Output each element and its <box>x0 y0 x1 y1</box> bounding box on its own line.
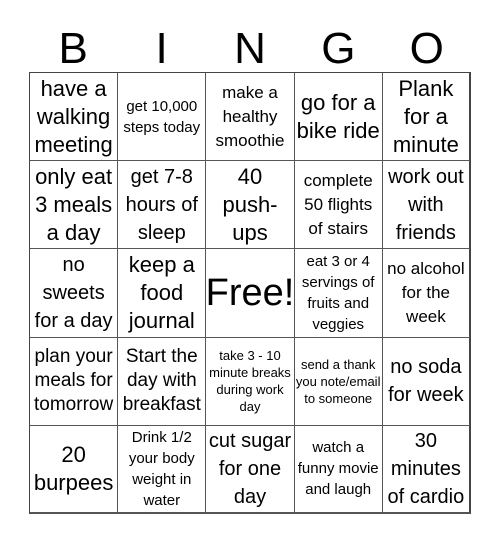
bingo-cell-text: Start the day with breakfast <box>122 346 201 416</box>
bingo-cell[interactable]: send a thank you note/email to someone <box>294 337 383 426</box>
bingo-cell[interactable]: eat 3 or 4 servings of fruits and veggie… <box>294 249 383 338</box>
header-letter-o: O <box>409 24 444 73</box>
bingo-cell-text: 40 push-ups <box>222 163 278 245</box>
bingo-cell[interactable]: Start the day with breakfast <box>118 337 207 426</box>
bingo-cell-text: only eat 3 meals a day <box>35 163 113 245</box>
bingo-cell[interactable]: go for a bike ride <box>294 73 383 162</box>
bingo-cell-text: 20 burpees <box>33 441 114 495</box>
bingo-cell-text: go for a bike ride <box>296 89 380 143</box>
bingo-cell-text: complete 50 flights of stairs <box>303 170 373 238</box>
bingo-cell-text: cut sugar for one day <box>208 429 292 508</box>
header-letter-n: N <box>234 24 266 73</box>
bingo-cell-text: have a walking meeting <box>34 75 113 157</box>
bingo-cell[interactable]: cut sugar for one day <box>206 425 295 514</box>
bingo-cell[interactable]: complete 50 flights of stairs <box>294 161 383 250</box>
bingo-cell-text: no soda for week <box>388 356 464 407</box>
bingo-header: B I N G O <box>29 26 471 72</box>
bingo-cell-text: eat 3 or 4 servings of fruits and veggie… <box>301 252 375 333</box>
bingo-cell[interactable]: get 7-8 hours of sleep <box>118 161 207 250</box>
bingo-cell[interactable]: no sweets for a day <box>30 249 119 338</box>
bingo-cell-text: watch a funny movie and laugh <box>297 439 379 499</box>
bingo-cell-text: make a healthy smoothie <box>215 82 285 150</box>
bingo-cell-text: work out with friends <box>388 165 464 244</box>
bingo-cell[interactable]: 30 minutes of cardio <box>382 425 471 514</box>
bingo-cell[interactable]: make a healthy smoothie <box>206 73 295 162</box>
bingo-cell[interactable]: Plank for a minute <box>382 73 471 162</box>
bingo-cell-text: no sweets for a day <box>34 253 113 332</box>
bingo-cell[interactable]: no soda for week <box>382 337 471 426</box>
bingo-cell[interactable]: Drink 1/2 your body weight in water <box>118 425 207 514</box>
bingo-cell-text: keep a food journal <box>128 251 195 333</box>
bingo-cell[interactable]: keep a food journal <box>118 249 207 338</box>
bingo-cell-text: plan your meals for tomorrow <box>34 346 114 416</box>
bingo-cell[interactable]: only eat 3 meals a day <box>30 161 119 250</box>
bingo-cell[interactable]: plan your meals for tomorrow <box>30 337 119 426</box>
bingo-cell[interactable]: work out with friends <box>382 161 471 250</box>
bingo-cell[interactable]: no alcohol for the week <box>382 249 471 338</box>
bingo-cell-text: get 7-8 hours of sleep <box>125 165 198 244</box>
bingo-cell[interactable]: take 3 - 10 minute breaks during work da… <box>206 337 295 426</box>
bingo-cell[interactable]: have a walking meeting <box>30 73 119 162</box>
bingo-cell[interactable]: 40 push-ups <box>206 161 295 250</box>
bingo-cell-text: get 10,000 steps today <box>123 97 201 136</box>
header-letter-b: B <box>58 24 88 73</box>
bingo-cell-text: Free! <box>206 271 295 314</box>
header-letter-g: G <box>321 24 356 73</box>
bingo-cell-text: take 3 - 10 minute breaks during work da… <box>209 348 291 415</box>
bingo-cell-free[interactable]: Free! <box>206 249 295 338</box>
bingo-grid: have a walking meeting get 10,000 steps t… <box>29 72 471 514</box>
bingo-cell[interactable]: get 10,000 steps today <box>118 73 207 162</box>
bingo-cell-text: Plank for a minute <box>392 75 459 157</box>
header-letter-i: I <box>155 24 168 73</box>
bingo-cell[interactable]: watch a funny movie and laugh <box>294 425 383 514</box>
bingo-cell-text: send a thank you note/email to someone <box>295 356 381 406</box>
bingo-cell-text: 30 minutes of cardio <box>387 429 465 508</box>
bingo-cell-text: Drink 1/2 your body weight in water <box>128 428 195 509</box>
bingo-cell[interactable]: 20 burpees <box>30 425 119 514</box>
bingo-cell-text: no alcohol for the week <box>387 258 465 326</box>
